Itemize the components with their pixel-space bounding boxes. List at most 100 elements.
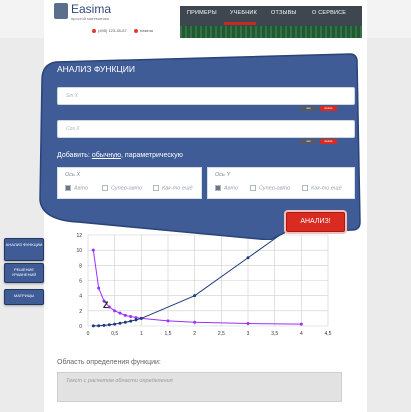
y-tick-label: 0 — [79, 324, 82, 330]
option-label: Авто — [74, 185, 89, 192]
nav-active-indicator — [224, 22, 256, 25]
series-2-point — [246, 256, 250, 260]
y-tick-label: 10 — [76, 248, 82, 254]
phone-text: (495) 123-45-67 — [98, 28, 127, 33]
delete-button-1[interactable]: delete — [320, 106, 337, 111]
axis-x-auto[interactable]: Авто — [65, 185, 88, 191]
checkbox-icon[interactable] — [153, 185, 159, 191]
series-1-point — [299, 322, 303, 326]
x-tick-label: 3 — [247, 331, 250, 337]
set-button-2[interactable]: set — [300, 139, 317, 144]
skype-text: easima — [140, 28, 153, 33]
phone-icon — [92, 28, 96, 33]
y-tick-label: 6 — [79, 279, 82, 285]
x-tick-label: 2 — [193, 331, 196, 337]
nav-decoration — [180, 26, 362, 38]
sidebar-label: РЕШЕНИЕ УРАВНЕНИЙ — [11, 267, 37, 277]
axis-x-superauto[interactable]: Супер-авто — [102, 185, 142, 191]
axis-y-superauto[interactable]: Супер-авто — [250, 185, 290, 191]
sidebar-item-matrices[interactable]: МАТРИЦЫ — [4, 289, 44, 305]
checkbox-icon[interactable] — [65, 185, 71, 191]
x-tick-label: 0 — [87, 331, 90, 337]
input-placeholder: Cos X — [66, 126, 80, 132]
y-tick-label: 2 — [79, 309, 82, 315]
logo-title[interactable]: Easima — [71, 2, 111, 16]
x-tick-label: 4,5 — [325, 331, 332, 337]
phone-contact: (495) 123-45-67 — [92, 28, 127, 33]
sidebar-label: АНАЛИЗ ФУНКЦИИ — [5, 242, 43, 247]
series-1-point — [97, 286, 101, 290]
sidebar-item-equations[interactable]: РЕШЕНИЕ УРАВНЕНИЙ — [4, 263, 44, 283]
sidebar-item-function-analysis[interactable]: АНАЛИЗ ФУНКЦИИ — [4, 238, 44, 261]
series-2-point — [123, 320, 127, 324]
add-parametric-link[interactable]: , параметрическую — [121, 152, 183, 159]
chart-annotation: Z — [103, 300, 109, 310]
set-button-1[interactable]: set — [300, 106, 317, 111]
axis-x-title: Ось X — [65, 172, 81, 178]
axis-y-auto[interactable]: Авто — [215, 185, 238, 191]
y-tick-label: 4 — [79, 294, 82, 300]
series-1-point — [91, 248, 95, 252]
x-tick-label: 0,5 — [111, 331, 118, 337]
series-2-point — [91, 324, 95, 328]
analyze-button[interactable]: АНАЛИЗ! — [286, 212, 345, 232]
sidebar-label: МАТРИЦЫ — [13, 293, 35, 298]
nav-reviews[interactable]: ОТЗЫВЫ — [271, 10, 297, 16]
domain-textarea[interactable]: Текст с расчетом области определения — [57, 372, 342, 402]
series-2-point — [139, 316, 143, 320]
function-input-2[interactable]: Cos X — [57, 120, 355, 138]
axis-y-box: Ось Y Авто Супер-авто Как-то ещё — [207, 167, 355, 199]
input-placeholder: Sin X — [66, 93, 78, 99]
axis-x-other[interactable]: Как-то ещё — [153, 185, 193, 191]
series-2-point — [134, 318, 138, 322]
nav-examples[interactable]: ПРИМЕРЫ — [187, 10, 217, 16]
option-label: Супер-авто — [111, 185, 143, 192]
series-1-point — [193, 320, 197, 324]
skype-icon — [134, 28, 138, 33]
series-1-point — [166, 319, 170, 323]
series-1-point — [113, 309, 117, 313]
series-2-point — [107, 323, 111, 327]
nav-about[interactable]: О СЕРВИСЕ — [312, 10, 346, 16]
series-1-point — [129, 315, 133, 319]
axis-x-box: Ось X Авто Супер-авто Как-то ещё — [57, 167, 202, 199]
option-label: Как-то ещё — [311, 185, 342, 192]
panel-title: АНАЛИЗ ФУНКЦИИ — [57, 64, 135, 74]
axis-y-title: Ось Y — [215, 172, 231, 178]
series-2-point — [113, 322, 117, 326]
option-label: Как-то ещё — [162, 185, 193, 192]
add-label: Добавить: — [57, 152, 90, 159]
domain-section-title: Область определения функции: — [57, 359, 161, 366]
series-1-point — [123, 313, 127, 317]
series-1-point — [118, 311, 122, 315]
option-label: Авто — [224, 185, 239, 192]
function-input-1[interactable]: Sin X — [57, 87, 355, 105]
chart-lines — [91, 234, 303, 328]
checkbox-icon[interactable] — [102, 185, 108, 191]
series-1-point — [246, 321, 250, 325]
nav-bar — [180, 6, 362, 26]
option-label: Супер-авто — [259, 185, 291, 192]
x-tick-label: 1,5 — [165, 331, 172, 337]
series-2-point — [193, 294, 197, 298]
series-2-point — [118, 321, 122, 325]
axis-y-other[interactable]: Как-то ещё — [302, 185, 342, 191]
series-2-point — [129, 319, 133, 323]
add-regular-link[interactable]: обычную — [92, 152, 121, 159]
x-tick-label: 2,5 — [218, 331, 225, 337]
delete-button-2[interactable]: delete — [320, 139, 337, 144]
textarea-placeholder: Текст с расчетом области определения — [66, 378, 173, 384]
add-function-row: Добавить: обычную, параметрическую — [57, 152, 183, 159]
chart-grid — [87, 234, 329, 327]
x-tick-label: 1 — [140, 331, 143, 337]
y-tick-label: 8 — [79, 263, 82, 269]
nav-textbook[interactable]: УЧЕБНИК — [230, 10, 257, 16]
skype-contact[interactable]: easima — [134, 28, 153, 33]
logo-icon[interactable] — [54, 3, 68, 19]
checkbox-icon[interactable] — [302, 185, 308, 191]
x-tick-label: 4 — [300, 331, 303, 337]
checkbox-icon[interactable] — [215, 185, 221, 191]
series-line-1 — [92, 250, 302, 325]
checkbox-icon[interactable] — [250, 185, 256, 191]
logo-subtitle: простой математика — [71, 16, 109, 21]
